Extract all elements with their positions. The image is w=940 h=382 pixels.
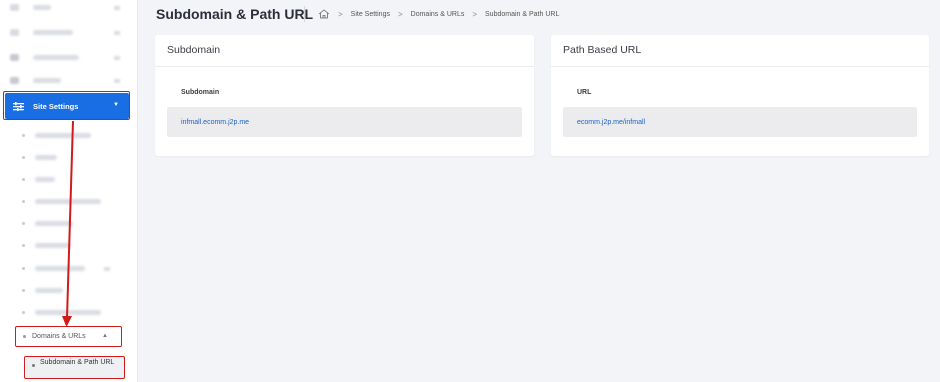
- path-url-card: Path Based URL URL ecomm.j2p.me/infmall: [551, 35, 929, 156]
- card-title: Subdomain: [167, 44, 221, 56]
- field-label: URL: [577, 89, 592, 96]
- field-label: Subdomain: [181, 89, 220, 96]
- breadcrumb-separator: >: [397, 9, 403, 19]
- card-divider: [155, 66, 534, 67]
- breadcrumb-item[interactable]: Domains & URLs: [411, 11, 465, 18]
- subdomain-card: Subdomain Subdomain infmall.ecomm.j2p.me: [155, 35, 534, 156]
- path-url-value[interactable]: ecomm.j2p.me/infmall: [577, 119, 645, 126]
- path-url-value-field[interactable]: ecomm.j2p.me/infmall: [563, 107, 917, 137]
- breadcrumb: > Site Settings > Domains & URLs > Subdo…: [318, 9, 559, 19]
- card-title: Path Based URL: [563, 44, 642, 56]
- card-divider: [551, 66, 929, 67]
- breadcrumb-separator: >: [338, 9, 343, 19]
- subdomain-value-field[interactable]: infmall.ecomm.j2p.me: [167, 107, 522, 137]
- header-divider: [304, 6, 305, 22]
- breadcrumb-item[interactable]: Site Settings: [351, 11, 390, 18]
- subdomain-value[interactable]: infmall.ecomm.j2p.me: [181, 119, 249, 126]
- home-icon[interactable]: [318, 9, 330, 19]
- page-title: Subdomain & Path URL: [156, 6, 314, 22]
- breadcrumb-item-current: Subdomain & Path URL: [485, 10, 560, 18]
- breadcrumb-separator: >: [472, 9, 478, 19]
